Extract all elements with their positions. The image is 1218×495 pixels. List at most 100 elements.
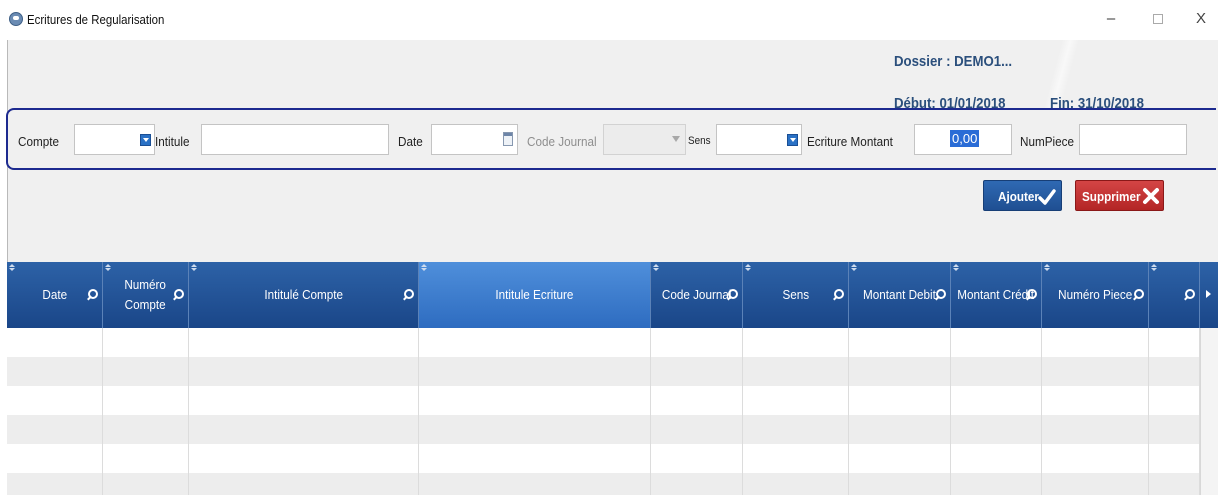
table-cell[interactable] [7,386,103,415]
table-cell[interactable] [1149,415,1200,444]
sort-icon[interactable] [953,264,959,272]
sort-icon[interactable] [421,264,427,272]
calendar-icon[interactable] [503,132,513,146]
table-cell[interactable] [419,328,651,357]
table-cell[interactable] [743,415,849,444]
table-cell[interactable] [419,444,651,473]
search-icon[interactable] [404,289,414,299]
table-cell[interactable] [7,415,103,444]
minimize-button[interactable]: – [1096,8,1126,30]
table-cell[interactable] [743,386,849,415]
table-cell[interactable] [1042,473,1149,495]
table-cell[interactable] [743,444,849,473]
table-cell[interactable] [951,444,1042,473]
table-cell[interactable] [103,473,189,495]
sort-icon[interactable] [1151,264,1157,272]
sort-icon[interactable] [105,264,111,272]
table-cell[interactable] [849,444,951,473]
search-icon[interactable] [728,289,738,299]
table-cell[interactable] [419,357,651,386]
table-cell[interactable] [1042,357,1149,386]
table-cell[interactable] [7,328,103,357]
table-cell[interactable] [849,415,951,444]
sort-icon[interactable] [745,264,751,272]
table-cell[interactable] [1149,444,1200,473]
search-icon[interactable] [1185,289,1195,299]
table-cell[interactable] [103,328,189,357]
table-cell[interactable] [419,473,651,495]
table-cell[interactable] [951,328,1042,357]
column-header[interactable]: Intitulé Compte [189,262,419,328]
table-cell[interactable] [7,473,103,495]
table-cell[interactable] [1149,328,1200,357]
table-cell[interactable] [189,357,419,386]
column-header[interactable]: Numéro Compte [103,262,189,328]
search-icon[interactable] [936,289,946,299]
column-header[interactable]: Code Journal [651,262,743,328]
column-header[interactable]: Montant Debit [849,262,951,328]
table-cell[interactable] [743,473,849,495]
maximize-button[interactable] [1143,8,1173,30]
numpiece-input[interactable] [1079,124,1187,155]
column-header[interactable] [1149,262,1200,328]
sort-icon[interactable] [191,264,197,272]
search-icon[interactable] [174,289,184,299]
table-cell[interactable] [103,415,189,444]
table-cell[interactable] [419,415,651,444]
table-cell[interactable] [103,357,189,386]
scroll-right-icon[interactable] [1200,262,1218,328]
table-cell[interactable] [651,357,743,386]
table-cell[interactable] [651,473,743,495]
table-cell[interactable] [1042,444,1149,473]
table-cell[interactable] [419,386,651,415]
search-icon[interactable] [1027,289,1037,299]
table-cell[interactable] [189,415,419,444]
compte-select[interactable] [74,124,155,155]
table-cell[interactable] [951,357,1042,386]
search-icon[interactable] [1134,289,1144,299]
add-button[interactable]: Ajouter [983,180,1062,211]
table-cell[interactable] [651,415,743,444]
sort-icon[interactable] [851,264,857,272]
table-cell[interactable] [1042,328,1149,357]
dropdown-arrow-icon[interactable] [140,134,151,146]
table-row[interactable] [7,473,1200,495]
table-cell[interactable] [849,357,951,386]
table-row[interactable] [7,444,1200,473]
table-cell[interactable] [951,473,1042,495]
table-cell[interactable] [651,328,743,357]
table-cell[interactable] [7,357,103,386]
table-cell[interactable] [189,386,419,415]
table-cell[interactable] [103,386,189,415]
table-cell[interactable] [7,444,103,473]
date-input[interactable] [431,124,518,155]
table-cell[interactable] [951,386,1042,415]
montant-input[interactable]: 0,00 [914,124,1012,155]
table-cell[interactable] [189,473,419,495]
table-cell[interactable] [743,328,849,357]
close-button[interactable]: X [1186,8,1216,30]
table-cell[interactable] [951,415,1042,444]
table-cell[interactable] [651,386,743,415]
search-icon[interactable] [834,289,844,299]
table-cell[interactable] [1149,473,1200,495]
column-header[interactable]: Date [7,262,103,328]
vertical-scrollbar[interactable] [1200,328,1218,495]
column-header[interactable]: Numéro Piece [1042,262,1149,328]
table-cell[interactable] [849,386,951,415]
column-header[interactable]: Sens [743,262,849,328]
column-header[interactable]: Montant Crédit [951,262,1042,328]
sort-icon[interactable] [653,264,659,272]
table-cell[interactable] [103,444,189,473]
column-header[interactable]: Intitule Ecriture [419,262,651,328]
table-cell[interactable] [1042,386,1149,415]
table-row[interactable] [7,357,1200,386]
table-cell[interactable] [849,473,951,495]
table-row[interactable] [7,328,1200,357]
table-cell[interactable] [1042,415,1149,444]
table-cell[interactable] [189,444,419,473]
table-cell[interactable] [651,444,743,473]
sort-icon[interactable] [1044,264,1050,272]
table-cell[interactable] [1149,386,1200,415]
sort-icon[interactable] [9,264,15,272]
